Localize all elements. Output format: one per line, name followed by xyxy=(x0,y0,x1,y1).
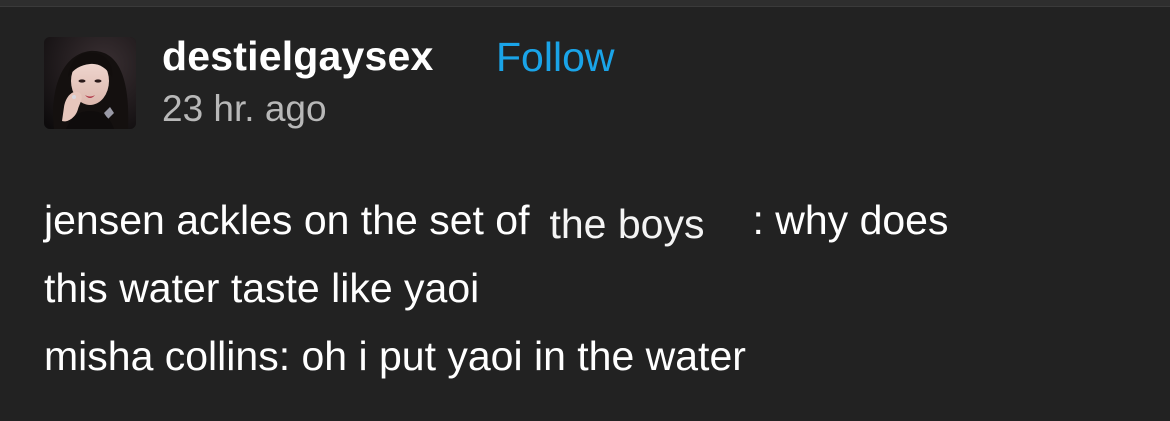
top-divider xyxy=(0,0,1170,7)
user-avatar-icon xyxy=(44,37,136,129)
post-line-3: misha collins: oh i put yaoi in the wate… xyxy=(44,333,746,379)
post-line-2: this water taste like yaoi xyxy=(44,265,480,311)
post-timestamp: 23 hr. ago xyxy=(162,88,327,129)
post-text-segment: jensen ackles on the set of xyxy=(44,197,530,243)
post-line-1: jensen ackles on the set of the boys : why… xyxy=(44,186,1154,254)
post-body: jensen ackles on the set of the boys : why… xyxy=(44,186,1154,390)
post-text-segment: : why does xyxy=(752,197,949,243)
follow-button[interactable]: Follow xyxy=(496,34,614,81)
username[interactable]: destielgaysex xyxy=(162,33,434,80)
text-overlay-sticker: the boys xyxy=(549,201,705,247)
avatar[interactable] xyxy=(44,37,136,129)
